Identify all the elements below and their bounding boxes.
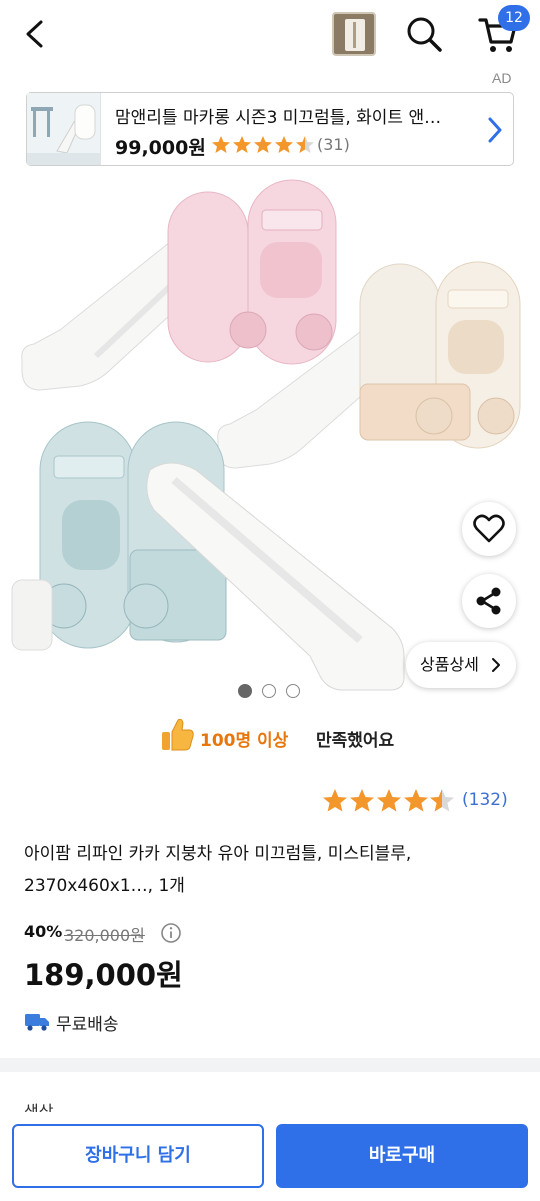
back-button[interactable]: [16, 14, 56, 54]
heart-icon: [473, 514, 505, 543]
product-rating[interactable]: (132): [322, 788, 522, 816]
truck-icon: [25, 1014, 49, 1031]
bottom-action-bar: 장바구니 담기 바로구매: [0, 1112, 540, 1201]
ad-chevron[interactable]: [483, 115, 507, 145]
product-detail-button[interactable]: 상품상세: [406, 642, 516, 688]
search-icon: [407, 17, 442, 52]
product-image-gallery[interactable]: [0, 170, 540, 700]
add-to-cart-button[interactable]: 장바구니 담기: [12, 1124, 264, 1188]
pagination-dot[interactable]: [286, 684, 300, 698]
product-detail-label: 상품상세: [420, 655, 479, 674]
ad-product-image: [27, 93, 101, 165]
shipping-text: 무료배송: [56, 1015, 119, 1035]
ad-rating-stars: [211, 135, 315, 155]
gallery-pagination: [238, 684, 304, 700]
ad-title: 맘앤리틀 마카롱 시즌3 미끄럼틀, 화이트 앤…: [115, 108, 442, 128]
sale-price: 189,000원: [24, 958, 183, 992]
star-icon: [323, 789, 454, 812]
satisfaction-banner: 100명 이상 만족했어요: [160, 716, 400, 756]
like-button[interactable]: [462, 502, 516, 556]
search-button[interactable]: [404, 14, 444, 54]
cart-count-badge: 12: [498, 5, 530, 31]
share-icon: [476, 587, 501, 615]
chevron-right-icon: [492, 658, 500, 672]
top-bar: 12: [0, 0, 540, 68]
thumbs-up-icon: [162, 718, 194, 751]
pagination-dot[interactable]: [238, 684, 252, 698]
original-price: 320,000원: [64, 926, 145, 945]
chevron-left-icon: [26, 20, 43, 48]
ad-rating-count: (31): [317, 135, 350, 154]
satisfaction-highlight: 100명 이상: [200, 731, 289, 751]
satisfaction-text: 만족했어요: [316, 731, 395, 751]
rating-stars: [323, 789, 454, 812]
pagination-dot[interactable]: [262, 684, 276, 698]
product-thumbnail[interactable]: [332, 12, 376, 56]
share-button[interactable]: [462, 574, 516, 628]
price-info-button[interactable]: [160, 922, 182, 944]
chevron-right-icon: [488, 117, 502, 143]
buy-now-button[interactable]: 바로구매: [276, 1124, 528, 1188]
product-name: 아이팜 리파인 카카 지붕차 유아 미끄럼틀, 미스티블루, 2370x460x…: [24, 844, 412, 896]
info-icon: [161, 923, 181, 943]
star-icon: [212, 136, 314, 153]
ad-card[interactable]: 맘앤리틀 마카롱 시즌3 미끄럼틀, 화이트 앤… 99,000원 (31): [26, 92, 514, 166]
product-image: [11, 179, 521, 691]
section-divider: [0, 1058, 540, 1072]
ad-price: 99,000원: [115, 137, 206, 159]
discount-rate: 40%: [24, 922, 63, 941]
thumbnail-detail: [353, 22, 356, 48]
ad-label: AD: [492, 70, 512, 86]
review-count[interactable]: (132): [462, 790, 508, 810]
